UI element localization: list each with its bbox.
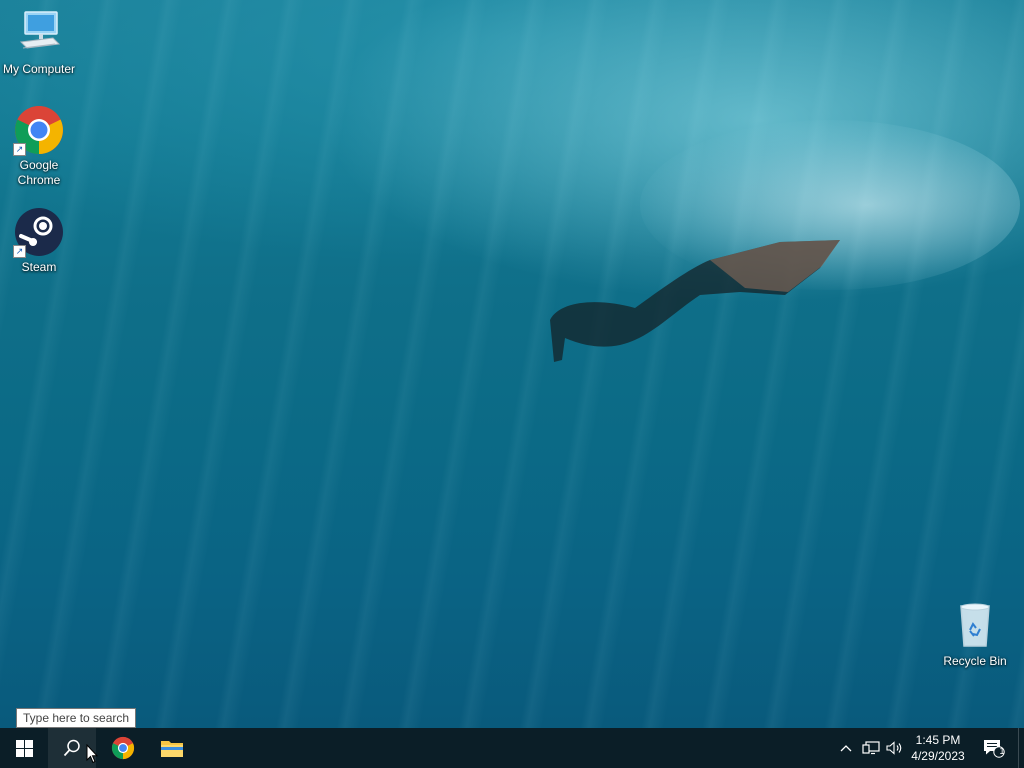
- action-center-button[interactable]: 1: [976, 728, 1012, 768]
- chrome-icon: [111, 736, 135, 760]
- desktop-icon-label: My Computer: [2, 62, 76, 76]
- network-icon: [862, 741, 880, 755]
- chrome-icon: ↗: [13, 104, 65, 156]
- folder-icon: [161, 741, 183, 757]
- light-rays: [0, 0, 1024, 728]
- clock-date: 4/29/2023: [911, 749, 965, 763]
- desktop-icon-recycle-bin[interactable]: Recycle Bin: [937, 600, 1013, 669]
- wallpaper-diver: [550, 240, 840, 362]
- volume-icon: [886, 741, 902, 755]
- start-button[interactable]: [0, 728, 48, 768]
- shortcut-arrow-icon: ↗: [13, 143, 26, 156]
- desktop-icon-steam[interactable]: ↗ Steam: [1, 206, 77, 275]
- network-button[interactable]: [860, 728, 882, 768]
- taskbar-chrome-button[interactable]: [99, 728, 147, 768]
- chevron-up-icon: [840, 745, 852, 752]
- clock-time: 1:45 PM: [915, 733, 961, 747]
- desktop-icon-label: Google Chrome: [17, 158, 61, 187]
- taskbar-file-explorer-button[interactable]: [148, 728, 196, 768]
- clock-button[interactable]: 1:45 PM 4/29/2023: [903, 728, 973, 768]
- desktop-icon-label: Steam: [21, 260, 57, 274]
- windows-logo-icon: [15, 739, 33, 757]
- search-tooltip: Type here to search: [16, 708, 137, 728]
- shortcut-arrow-icon: ↗: [13, 245, 26, 258]
- desktop-icon-google-chrome[interactable]: ↗ Google Chrome: [1, 104, 77, 188]
- desktop[interactable]: My Computer ↗ Google Chrome ↗ Steam Recy…: [0, 0, 1024, 728]
- mouse-cursor-icon: [86, 744, 98, 764]
- taskbar: 1:45 PM 4/29/2023 1: [0, 728, 1024, 768]
- recycle-bin-icon: [949, 600, 1001, 652]
- show-hidden-icons-button[interactable]: [836, 728, 856, 768]
- steam-icon: ↗: [13, 206, 65, 258]
- computer-icon: [13, 8, 65, 60]
- desktop-icon-my-computer[interactable]: My Computer: [1, 8, 77, 77]
- desktop-icon-label: Recycle Bin: [943, 654, 1007, 668]
- show-desktop-button[interactable]: [1018, 728, 1024, 768]
- search-icon: [63, 739, 80, 757]
- notification-count-badge: 1: [999, 746, 1005, 756]
